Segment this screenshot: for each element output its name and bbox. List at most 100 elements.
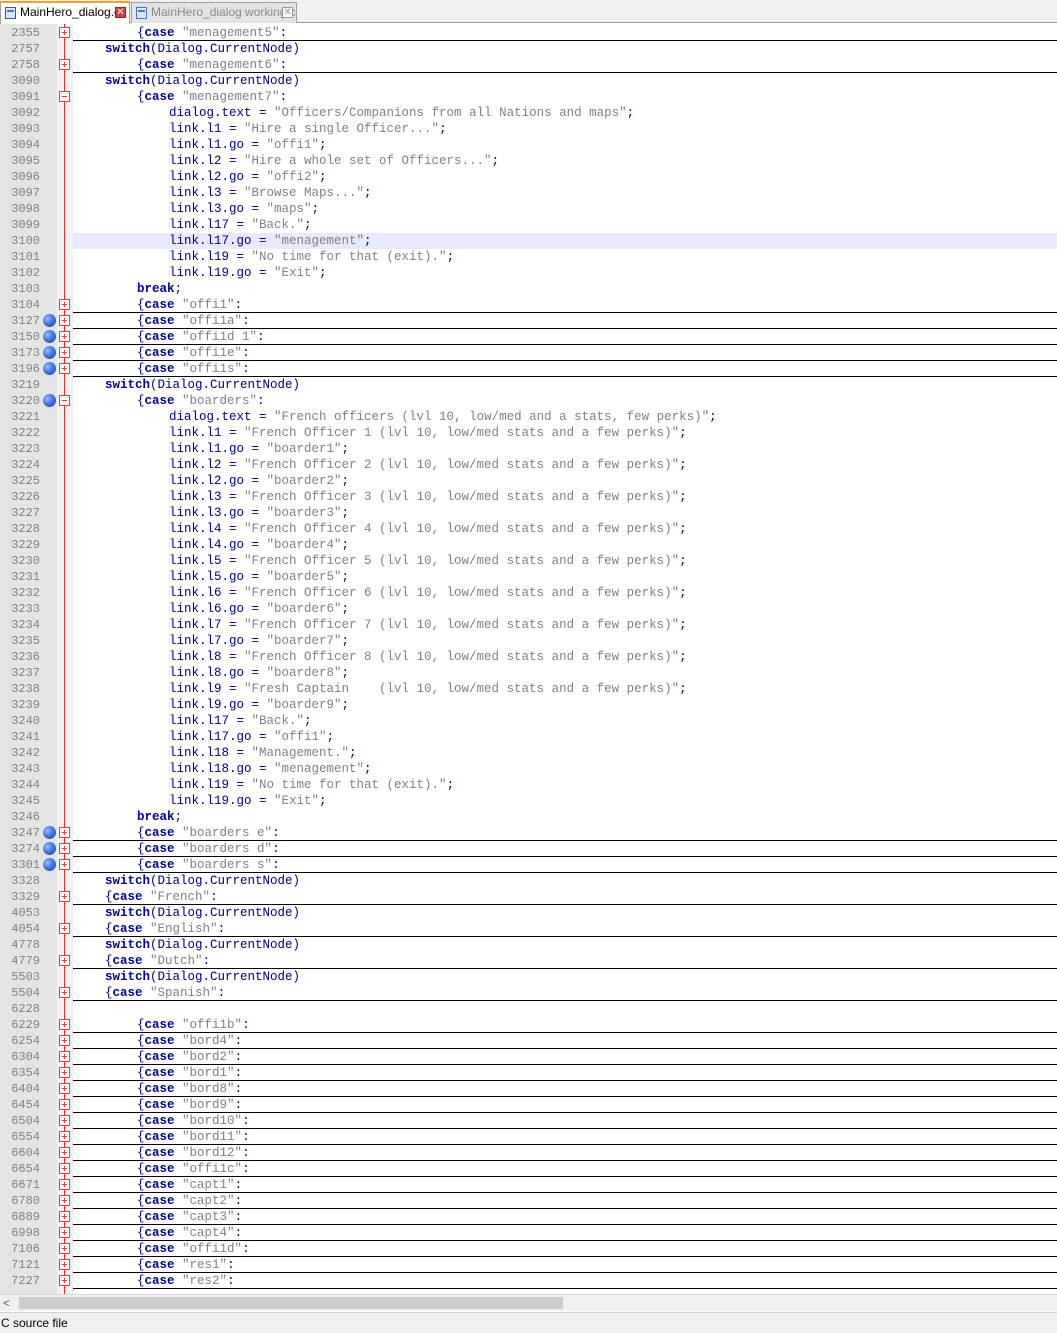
code-line[interactable]: 3102 link.l19.go = "Exit"; <box>0 265 1057 281</box>
expand-fold-icon[interactable] <box>59 987 70 998</box>
expand-fold-icon[interactable] <box>59 363 70 374</box>
code-line[interactable]: 2757 switch(Dialog.CurrentNode) <box>0 41 1057 57</box>
code-line[interactable]: 6654 {case "offi1c": <box>0 1161 1057 1177</box>
code-line[interactable]: 2355 {case "menagement5": <box>0 25 1057 41</box>
expand-fold-icon[interactable] <box>59 347 70 358</box>
code-line[interactable]: 3100 link.l17.go = "menagement"; <box>0 233 1057 249</box>
bookmark-icon[interactable] <box>43 858 56 871</box>
expand-fold-icon[interactable] <box>59 315 70 326</box>
expand-fold-icon[interactable] <box>59 59 70 70</box>
expand-fold-icon[interactable] <box>59 1115 70 1126</box>
code-line[interactable]: 3247 {case "boarders e": <box>0 825 1057 841</box>
bookmark-icon[interactable] <box>43 394 56 407</box>
code-line[interactable]: 3226 link.l3 = "French Officer 3 (lvl 10,… <box>0 489 1057 505</box>
code-line[interactable]: 3232 link.l6 = "French Officer 6 (lvl 10,… <box>0 585 1057 601</box>
expand-fold-icon[interactable] <box>59 1051 70 1062</box>
expand-fold-icon[interactable] <box>59 1163 70 1174</box>
expand-fold-icon[interactable] <box>59 299 70 310</box>
code-line[interactable]: 3173 {case "offi1e": <box>0 345 1057 361</box>
scroll-left-icon[interactable]: < <box>3 1296 10 1310</box>
code-line[interactable]: 2758 {case "menagement6": <box>0 57 1057 73</box>
code-line[interactable]: 3091 {case "menagement7": <box>0 89 1057 105</box>
code-line[interactable]: 3097 link.l3 = "Browse Maps..."; <box>0 185 1057 201</box>
bookmark-icon[interactable] <box>43 362 56 375</box>
code-line[interactable]: 3103 break; <box>0 281 1057 297</box>
code-line[interactable]: 5503 switch(Dialog.CurrentNode) <box>0 969 1057 985</box>
code-line[interactable]: 3236 link.l8 = "French Officer 8 (lvl 10,… <box>0 649 1057 665</box>
code-line[interactable]: 3228 link.l4 = "French Officer 4 (lvl 10,… <box>0 521 1057 537</box>
code-line[interactable]: 3093 link.l1 = "Hire a single Officer..."… <box>0 121 1057 137</box>
code-line[interactable]: 3328 switch(Dialog.CurrentNode) <box>0 873 1057 889</box>
code-line[interactable]: 3101 link.l19 = "No time for that (exit).… <box>0 249 1057 265</box>
code-line[interactable]: 6454 {case "bord9": <box>0 1097 1057 1113</box>
expand-fold-icon[interactable] <box>59 1019 70 1030</box>
expand-fold-icon[interactable] <box>59 331 70 342</box>
code-line[interactable]: 3098 link.l3.go = "maps"; <box>0 201 1057 217</box>
code-line[interactable]: 4779 {case "Dutch": <box>0 953 1057 969</box>
tab-mainhero-dialog-working[interactable]: MainHero_dialog working.c ✕ <box>131 2 297 23</box>
code-line[interactable]: 6504 {case "bord10": <box>0 1113 1057 1129</box>
expand-fold-icon[interactable] <box>59 1275 70 1286</box>
code-line[interactable]: 3301 {case "boarders s": <box>0 857 1057 873</box>
expand-fold-icon[interactable] <box>59 1147 70 1158</box>
collapse-fold-icon[interactable] <box>59 91 70 102</box>
expand-fold-icon[interactable] <box>59 859 70 870</box>
bookmark-icon[interactable] <box>43 842 56 855</box>
code-line[interactable]: 3243 link.l18.go = "menagement"; <box>0 761 1057 777</box>
code-line[interactable]: 3239 link.l9.go = "boarder9"; <box>0 697 1057 713</box>
code-line[interactable]: 6228 <box>0 1001 1057 1017</box>
code-line[interactable]: 3329 {case "French": <box>0 889 1057 905</box>
code-line[interactable]: 6404 {case "bord8": <box>0 1081 1057 1097</box>
collapse-fold-icon[interactable] <box>59 395 70 406</box>
code-line[interactable]: 6229 {case "offi1b": <box>0 1017 1057 1033</box>
code-line[interactable]: 3096 link.l2.go = "offi2"; <box>0 169 1057 185</box>
code-line[interactable]: 3222 link.l1 = "French Officer 1 (lvl 10,… <box>0 425 1057 441</box>
bookmark-icon[interactable] <box>43 346 56 359</box>
code-line[interactable]: 3224 link.l2 = "French Officer 2 (lvl 10,… <box>0 457 1057 473</box>
code-line[interactable]: 3092 dialog.text = "Officers/Companions f… <box>0 105 1057 121</box>
expand-fold-icon[interactable] <box>59 923 70 934</box>
expand-fold-icon[interactable] <box>59 1227 70 1238</box>
code-line[interactable]: 7121 {case "res1": <box>0 1257 1057 1273</box>
code-line[interactable]: 3227 link.l3.go = "boarder3"; <box>0 505 1057 521</box>
code-line[interactable]: 3127 {case "offi1a": <box>0 313 1057 329</box>
code-line[interactable]: 3220 {case "boarders": <box>0 393 1057 409</box>
code-line[interactable]: 3094 link.l1.go = "offi1"; <box>0 137 1057 153</box>
code-line[interactable]: 6889 {case "capt3": <box>0 1209 1057 1225</box>
code-line[interactable]: 4053 switch(Dialog.CurrentNode) <box>0 905 1057 921</box>
expand-fold-icon[interactable] <box>59 891 70 902</box>
expand-fold-icon[interactable] <box>59 955 70 966</box>
code-line[interactable]: 3223 link.l1.go = "boarder1"; <box>0 441 1057 457</box>
code-line[interactable]: 3244 link.l19 = "No time for that (exit).… <box>0 777 1057 793</box>
expand-fold-icon[interactable] <box>59 1211 70 1222</box>
expand-fold-icon[interactable] <box>59 1131 70 1142</box>
bookmark-icon[interactable] <box>43 826 56 839</box>
code-line[interactable]: 3225 link.l2.go = "boarder2"; <box>0 473 1057 489</box>
code-line[interactable]: 4054 {case "English": <box>0 921 1057 937</box>
code-line[interactable]: 6254 {case "bord4": <box>0 1033 1057 1049</box>
code-line[interactable]: 3274 {case "boarders d": <box>0 841 1057 857</box>
expand-fold-icon[interactable] <box>59 1099 70 1110</box>
code-line[interactable]: 7227 {case "res2": <box>0 1273 1057 1289</box>
code-line[interactable]: 3240 link.l17 = "Back."; <box>0 713 1057 729</box>
code-line[interactable]: 6354 {case "bord1": <box>0 1065 1057 1081</box>
expand-fold-icon[interactable] <box>59 1083 70 1094</box>
horizontal-scrollbar[interactable]: < <box>0 1294 1057 1311</box>
code-line[interactable]: 6780 {case "capt2": <box>0 1193 1057 1209</box>
code-line[interactable]: 3229 link.l4.go = "boarder4"; <box>0 537 1057 553</box>
code-line[interactable]: 3234 link.l7 = "French Officer 7 (lvl 10,… <box>0 617 1057 633</box>
code-line[interactable]: 6671 {case "capt1": <box>0 1177 1057 1193</box>
code-line[interactable]: 3237 link.l8.go = "boarder8"; <box>0 665 1057 681</box>
expand-fold-icon[interactable] <box>59 1195 70 1206</box>
code-line[interactable]: 3231 link.l5.go = "boarder5"; <box>0 569 1057 585</box>
code-line[interactable]: 6554 {case "bord11": <box>0 1129 1057 1145</box>
expand-fold-icon[interactable] <box>59 1035 70 1046</box>
expand-fold-icon[interactable] <box>59 843 70 854</box>
code-line[interactable]: 3095 link.l2 = "Hire a whole set of Offic… <box>0 153 1057 169</box>
code-line[interactable]: 3238 link.l9 = "Fresh Captain (lvl 10, lo… <box>0 681 1057 697</box>
close-tab-icon[interactable]: ✕ <box>115 7 126 18</box>
code-line[interactable]: 3221 dialog.text = "French officers (lvl … <box>0 409 1057 425</box>
scrollbar-thumb[interactable] <box>19 1297 563 1309</box>
close-tab-icon[interactable]: ✕ <box>282 7 293 18</box>
bookmark-icon[interactable] <box>43 314 56 327</box>
